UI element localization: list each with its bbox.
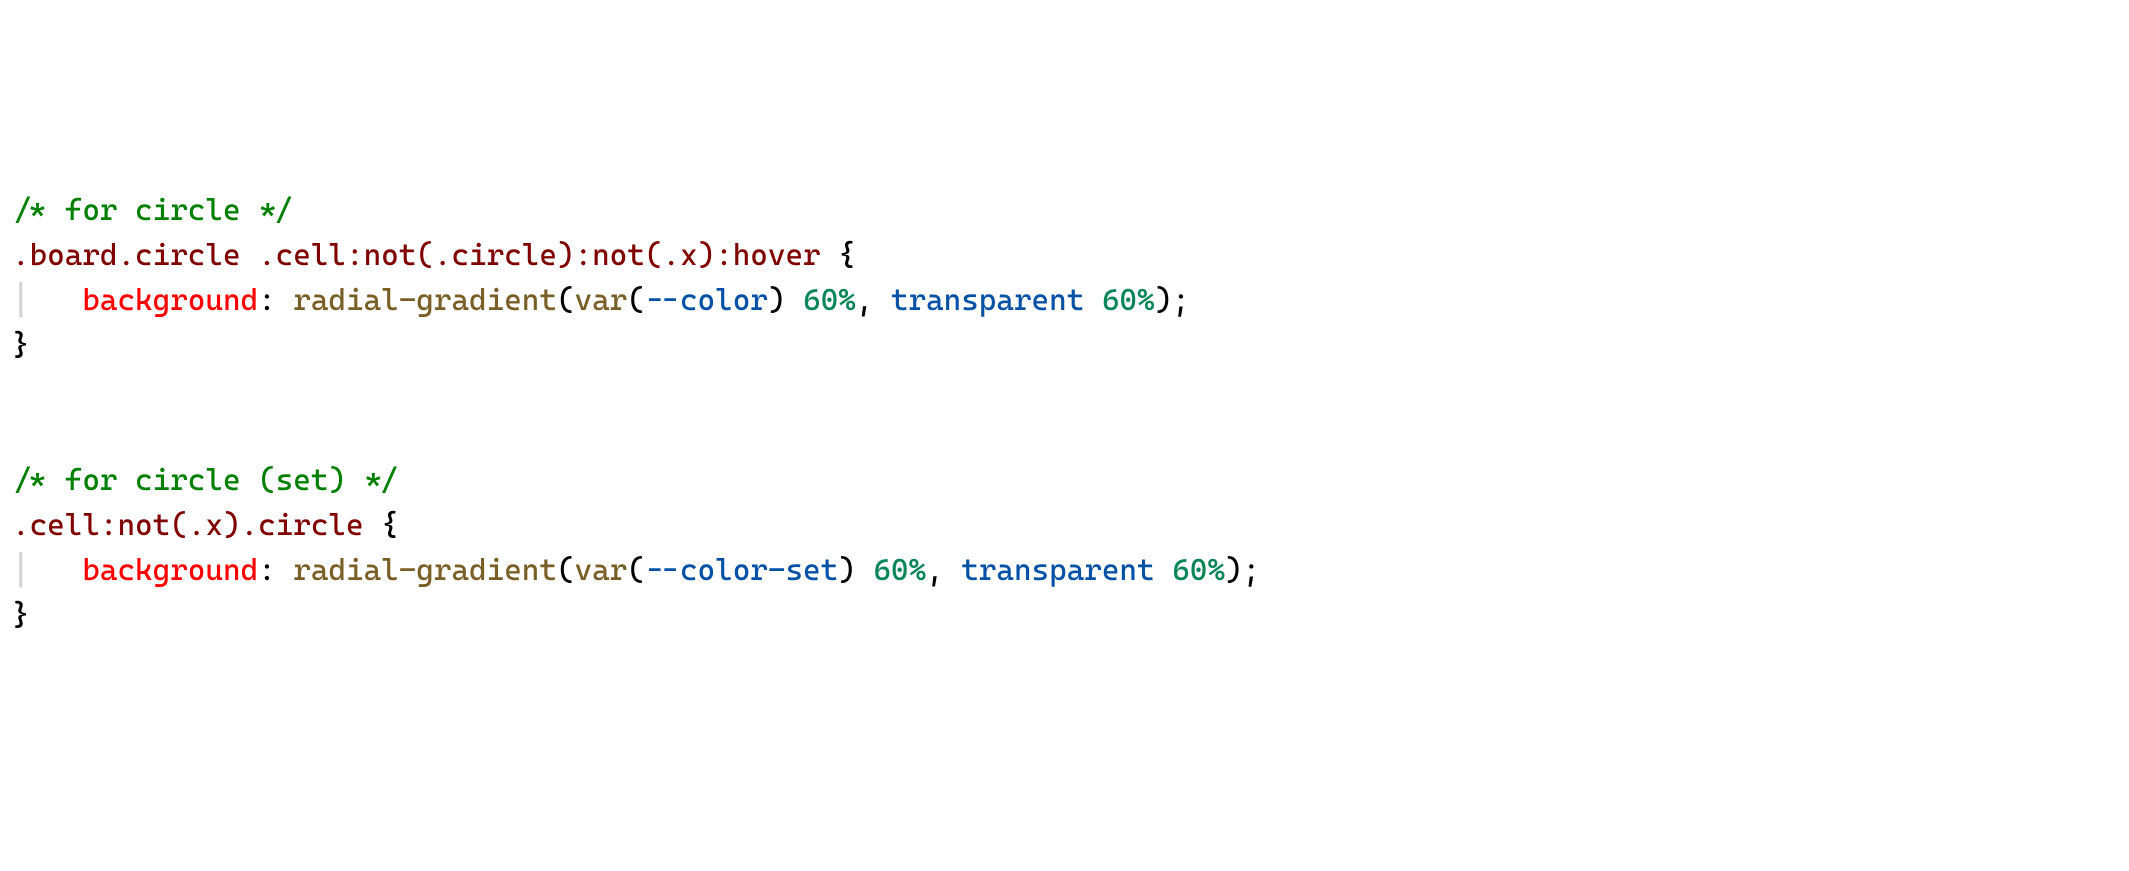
code-token: } [12, 598, 30, 633]
code-token: radial-gradient [293, 553, 557, 588]
code-token [1084, 283, 1102, 318]
code-line: /* for circle (set) */ [12, 458, 2117, 503]
code-line: .cell:not(.x).circle { [12, 503, 2117, 548]
indent-guide: │ [12, 283, 30, 318]
code-token: ( [627, 283, 645, 318]
code-token: /* for circle */ [12, 193, 293, 228]
code-token: background [82, 553, 258, 588]
code-token: ( [627, 553, 645, 588]
code-token: { [821, 238, 856, 273]
code-token: { [364, 508, 399, 543]
code-token: --color [645, 283, 768, 318]
code-token: ( [557, 553, 575, 588]
code-token: .board.circle [12, 238, 241, 273]
code-token: 60% [803, 283, 856, 318]
code-token: ); [1225, 553, 1260, 588]
code-token: : [258, 553, 293, 588]
code-token: , [926, 553, 961, 588]
code-token: /* for circle (set) */ [12, 463, 399, 498]
code-token: var [575, 553, 628, 588]
code-token: ) [768, 283, 803, 318]
code-line: │ background: radial-gradient(var(--colo… [12, 548, 2117, 593]
code-token: ) [838, 553, 873, 588]
code-token: .cell:not(.x).circle [12, 508, 364, 543]
code-token: : [258, 283, 293, 318]
code-token: } [12, 328, 30, 363]
code-token: , [856, 283, 891, 318]
code-line: │ background: radial-gradient(var(--colo… [12, 278, 2117, 323]
code-token [241, 238, 259, 273]
code-token [1155, 553, 1173, 588]
code-line: } [12, 593, 2117, 638]
code-token: 60% [1102, 283, 1155, 318]
code-token: ); [1155, 283, 1190, 318]
code-line [12, 368, 2117, 413]
code-line [12, 413, 2117, 458]
code-token: transparent [961, 553, 1154, 588]
code-token: transparent [891, 283, 1084, 318]
code-token: 60% [1172, 553, 1225, 588]
code-token: var [575, 283, 628, 318]
code-line: } [12, 323, 2117, 368]
code-token: --color-set [645, 553, 838, 588]
code-token: 60% [873, 553, 926, 588]
code-line: .board.circle .cell:not(.circle):not(.x)… [12, 233, 2117, 278]
code-token: ( [557, 283, 575, 318]
indent-guide: │ [12, 553, 30, 588]
code-token: .cell:not(.circle):not(.x):hover [258, 238, 821, 273]
code-token: background [82, 283, 258, 318]
code-block: /* for circle */ .board.circle .cell:not(… [12, 188, 2117, 638]
code-line: /* for circle */ [12, 188, 2117, 233]
code-token: radial-gradient [293, 283, 557, 318]
